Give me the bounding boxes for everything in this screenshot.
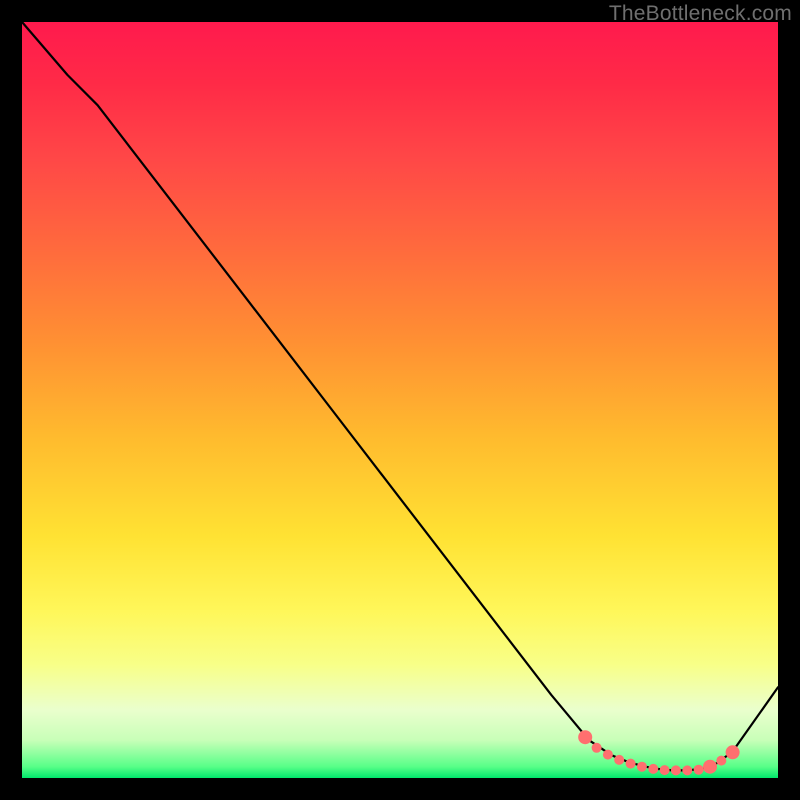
highlight-dot — [682, 765, 692, 775]
chart-frame: TheBottleneck.com — [0, 0, 800, 800]
bottleneck-curve — [22, 22, 778, 770]
watermark-text: TheBottleneck.com — [609, 2, 792, 26]
chart-svg — [22, 22, 778, 778]
highlight-dot — [703, 760, 717, 774]
highlight-dot — [626, 759, 636, 769]
highlight-dot — [660, 765, 670, 775]
highlight-dot — [726, 745, 740, 759]
highlight-dot — [716, 756, 726, 766]
highlight-dot — [592, 743, 602, 753]
highlight-dot — [614, 755, 624, 765]
highlight-dot — [694, 765, 704, 775]
highlight-dot — [648, 764, 658, 774]
highlight-dot — [671, 765, 681, 775]
highlight-dot — [578, 730, 592, 744]
highlight-dot — [637, 762, 647, 772]
plot-area — [22, 22, 778, 778]
highlight-dot — [603, 750, 613, 760]
